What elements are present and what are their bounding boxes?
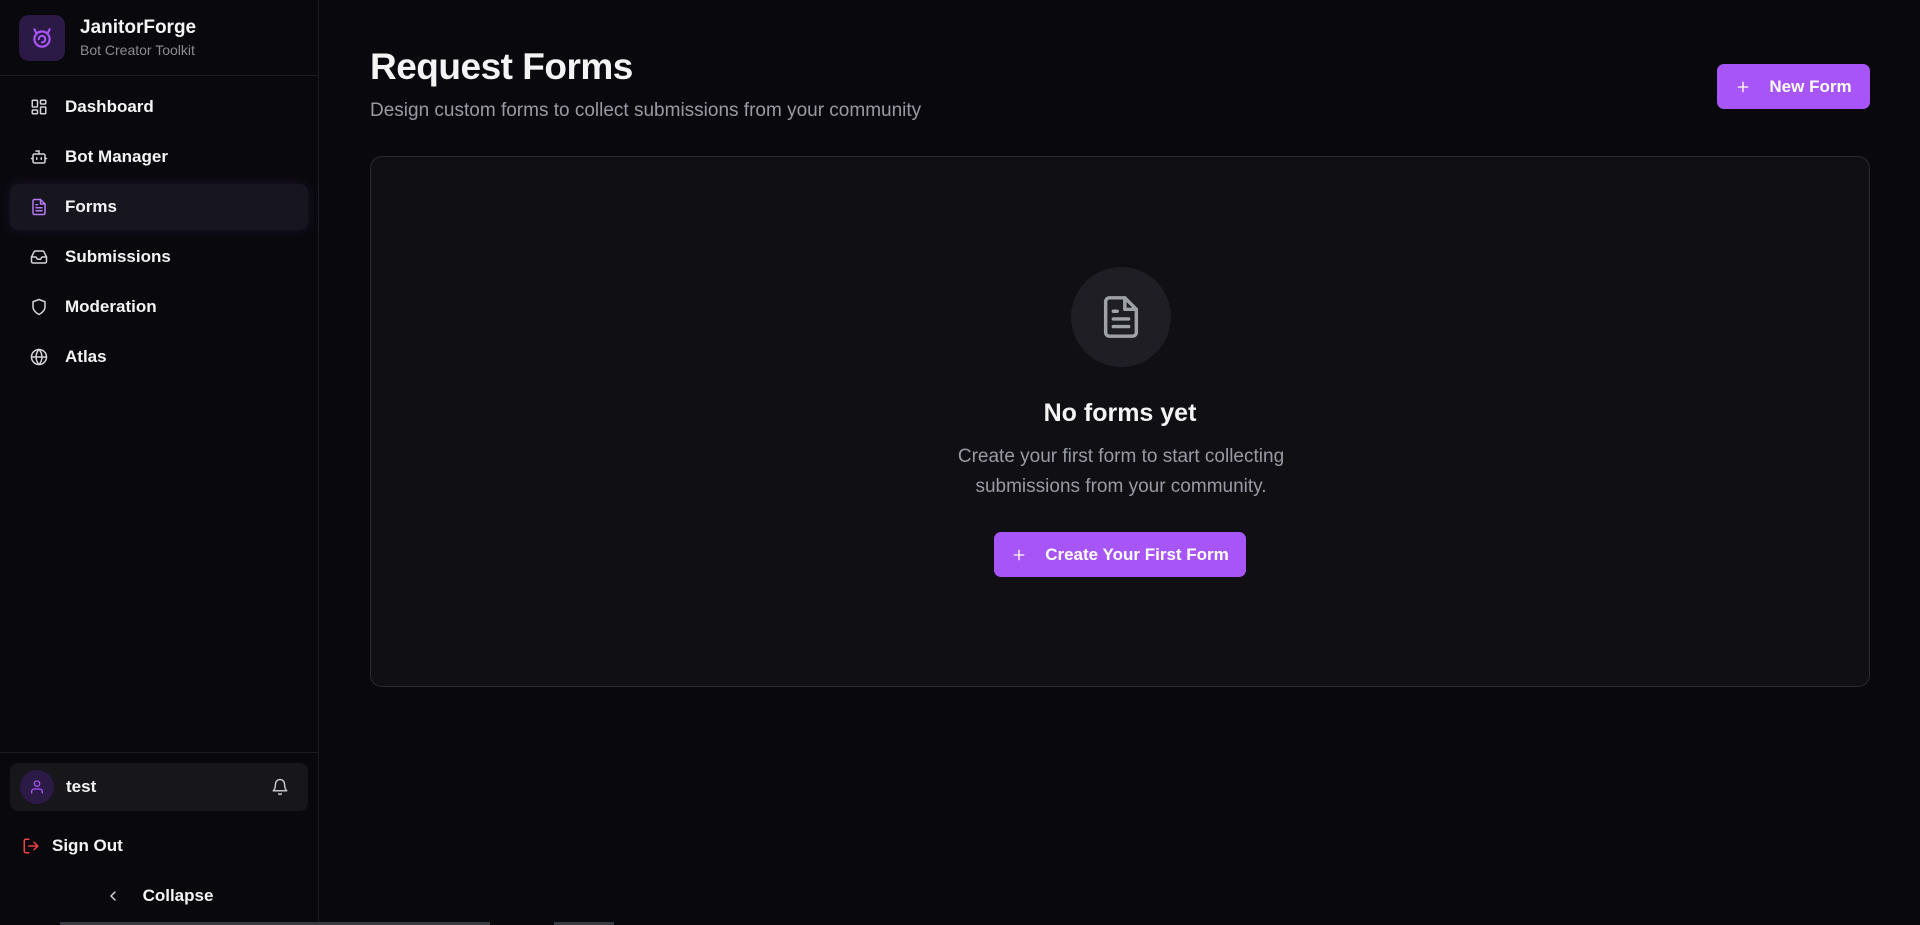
sidebar-nav: Dashboard Bot Manager Forms Submissions (0, 76, 318, 384)
brand[interactable]: JanitorForge Bot Creator Toolkit (0, 0, 318, 76)
sidebar-item-moderation[interactable]: Moderation (10, 284, 308, 330)
plus-icon (1011, 547, 1027, 563)
sidebar-item-label: Forms (65, 197, 117, 216)
file-text-icon (1071, 267, 1171, 367)
page-title: Request Forms (370, 46, 633, 87)
main-content: Request Forms Design custom forms to col… (319, 0, 1920, 925)
sidebar-item-label: Bot Manager (65, 147, 168, 166)
page-subtitle: Design custom forms to collect submissio… (370, 100, 922, 121)
plus-icon (1735, 79, 1751, 95)
user-menu[interactable]: test (10, 763, 308, 811)
sign-out-label: Sign Out (52, 836, 123, 855)
sidebar-item-atlas[interactable]: Atlas (10, 334, 308, 380)
globe-icon (29, 347, 49, 367)
user-name: test (66, 777, 97, 796)
brand-name: JanitorForge (80, 17, 197, 38)
file-text-icon (29, 197, 49, 217)
empty-state-description: Create your first form to start collecti… (957, 446, 1285, 497)
sidebar: JanitorForge Bot Creator Toolkit Dashboa… (0, 0, 319, 925)
new-form-label: New Form (1769, 76, 1852, 96)
inbox-icon (29, 247, 49, 267)
dashboard-grid-icon (29, 97, 49, 117)
shield-icon (29, 297, 49, 317)
collapse-sidebar-button[interactable]: Collapse (0, 881, 318, 911)
brand-tagline: Bot Creator Toolkit (80, 42, 195, 58)
sidebar-item-label: Moderation (65, 297, 157, 316)
empty-state-card: No forms yet Create your first form to s… (370, 156, 1870, 687)
chevron-left-icon (105, 886, 125, 906)
sidebar-item-bot-manager[interactable]: Bot Manager (10, 134, 308, 180)
sidebar-item-label: Dashboard (65, 97, 154, 116)
create-first-form-button[interactable]: Create Your First Form (994, 532, 1246, 577)
create-first-form-label: Create Your First Form (1045, 544, 1229, 564)
sidebar-item-label: Submissions (65, 247, 171, 266)
empty-state-title: No forms yet (1043, 399, 1197, 427)
bell-icon[interactable] (268, 775, 292, 799)
sidebar-footer: test Sign Out Collapse (0, 752, 318, 925)
sidebar-item-submissions[interactable]: Submissions (10, 234, 308, 280)
spiral-cat-icon (19, 14, 65, 61)
sidebar-item-dashboard[interactable]: Dashboard (10, 84, 308, 130)
sign-out-button[interactable]: Sign Out (22, 831, 123, 861)
bot-icon (29, 147, 49, 167)
sidebar-item-label: Atlas (65, 347, 107, 366)
app-root: JanitorForge Bot Creator Toolkit Dashboa… (0, 0, 1920, 925)
new-form-button[interactable]: New Form (1717, 64, 1870, 109)
collapse-label: Collapse (142, 886, 214, 905)
user-icon (20, 770, 54, 804)
log-out-icon (22, 836, 42, 856)
sidebar-item-forms[interactable]: Forms (10, 184, 308, 230)
